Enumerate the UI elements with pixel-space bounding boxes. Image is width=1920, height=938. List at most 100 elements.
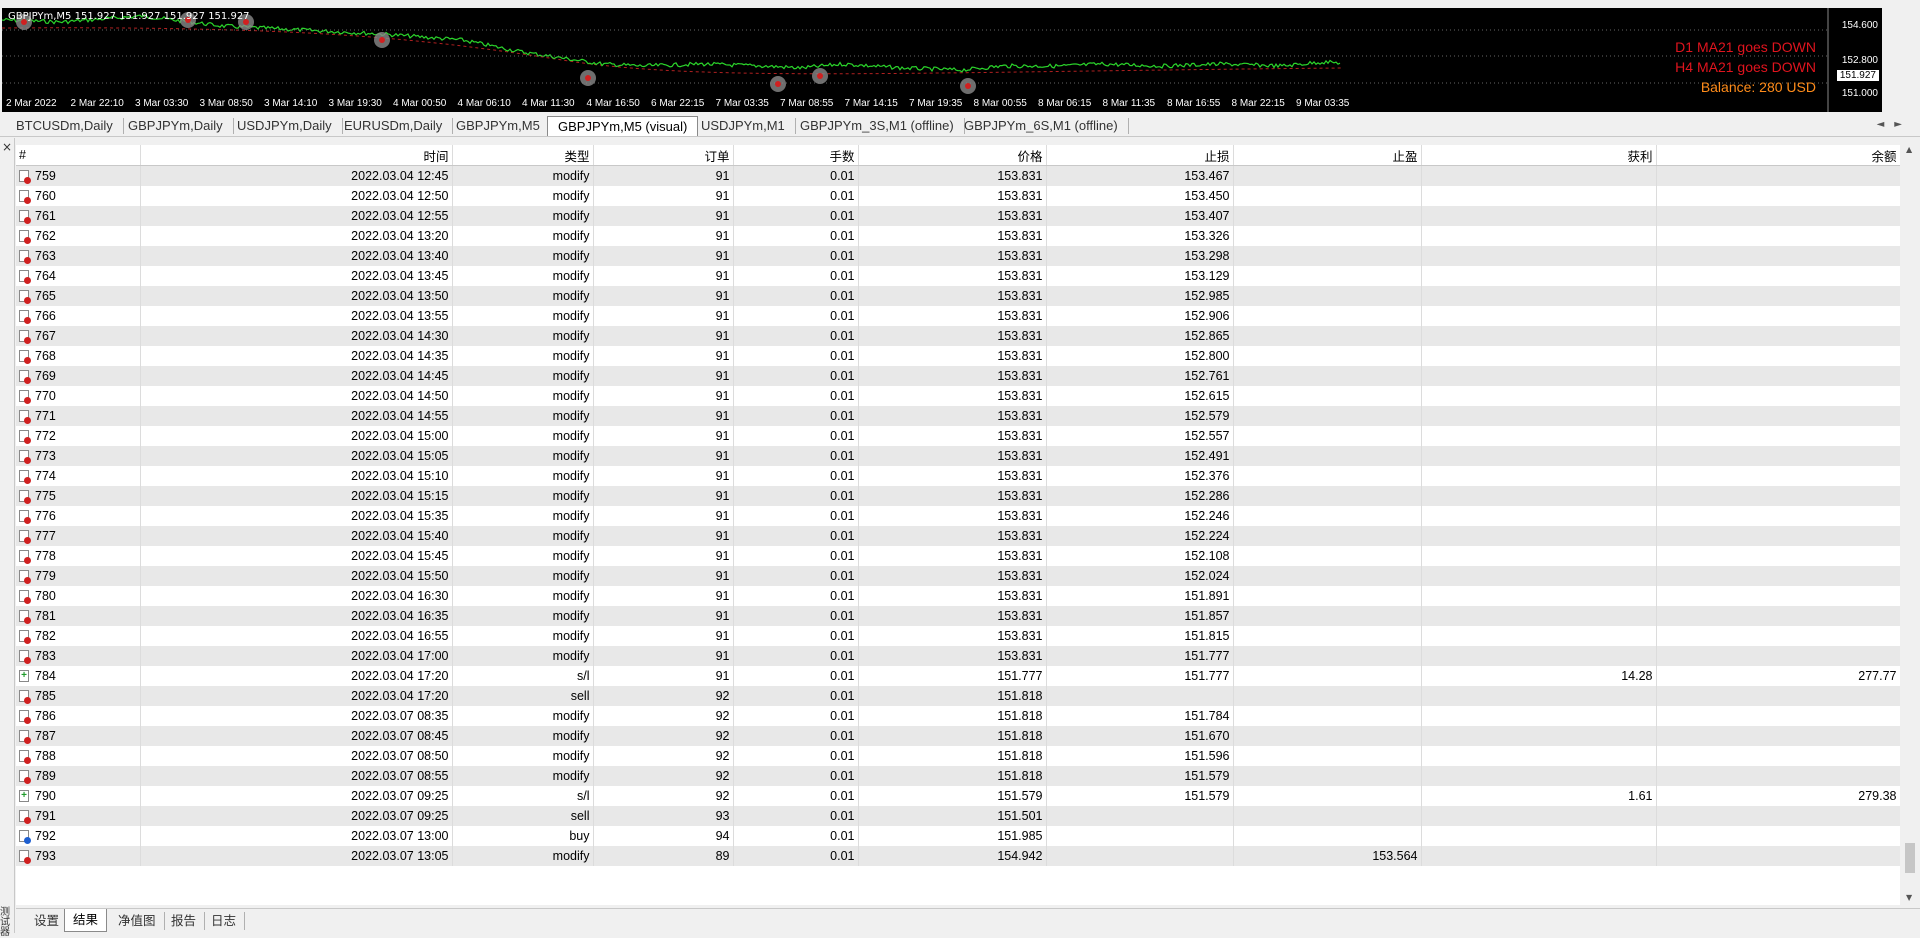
table-cell bbox=[1421, 586, 1657, 606]
table-row[interactable]: 781 2022.03.04 16:35 modify 91 0.01 153.831 15… bbox=[16, 606, 1900, 626]
table-row[interactable]: 775 2022.03.04 15:15 modify 91 0.01 153.831 15… bbox=[16, 486, 1900, 506]
table-cell: 91 bbox=[593, 366, 734, 386]
table-row[interactable]: 774 2022.03.04 15:10 modify 91 0.01 153.831 15… bbox=[16, 466, 1900, 486]
tab-equity-graph[interactable]: 净值图 bbox=[110, 912, 165, 930]
chart-tab[interactable]: USDJPYm,Daily bbox=[227, 118, 343, 134]
table-row[interactable]: 763 2022.03.04 13:40 modify 91 0.01 153.831 15… bbox=[16, 246, 1900, 266]
y-tick: 154.600 bbox=[1841, 20, 1878, 31]
chart-tab-bar: BTCUSDm,Daily GBPJPYm,Daily USDJPYm,Dail… bbox=[0, 116, 1920, 137]
table-row[interactable]: 789 2022.03.07 08:55 modify 92 0.01 151.818 15… bbox=[16, 766, 1900, 786]
table-cell: 153.831 bbox=[858, 326, 1047, 346]
table-row[interactable]: 792 2022.03.07 13:00 buy 94 0.01 151.985 bbox=[16, 826, 1900, 846]
chart-tab[interactable]: GBPJPYm,M5 bbox=[446, 118, 551, 134]
row-number-cell: 782 bbox=[16, 626, 141, 646]
column-header[interactable]: 止损 bbox=[1046, 145, 1234, 166]
table-cell: modify bbox=[452, 366, 594, 386]
x-tick: 7 Mar 19:35 bbox=[909, 98, 963, 109]
sell-order-icon bbox=[19, 290, 31, 304]
x-tick: 7 Mar 03:35 bbox=[715, 98, 769, 109]
table-cell: 0.01 bbox=[733, 746, 859, 766]
tab-journal[interactable]: 日志 bbox=[203, 912, 246, 930]
table-row[interactable]: 780 2022.03.04 16:30 modify 91 0.01 153.831 15… bbox=[16, 586, 1900, 606]
table-cell: 277.77 bbox=[1656, 666, 1900, 686]
scroll-down-icon[interactable]: ▼ bbox=[1906, 893, 1912, 902]
table-row[interactable]: 760 2022.03.04 12:50 modify 91 0.01 153.831 15… bbox=[16, 186, 1900, 206]
column-header[interactable]: 类型 bbox=[452, 145, 594, 166]
table-cell bbox=[1421, 806, 1657, 826]
row-number: 759 bbox=[35, 169, 56, 183]
tab-report[interactable]: 报告 bbox=[163, 912, 206, 930]
column-header[interactable]: 止盈 bbox=[1233, 145, 1422, 166]
table-cell: 2022.03.04 16:30 bbox=[140, 586, 453, 606]
table-cell: 279.38 bbox=[1656, 786, 1900, 806]
chart-tab-active[interactable]: GBPJPYm,M5 (visual) bbox=[547, 116, 699, 136]
table-row[interactable]: 771 2022.03.04 14:55 modify 91 0.01 153.831 15… bbox=[16, 406, 1900, 426]
table-row[interactable]: 776 2022.03.04 15:35 modify 91 0.01 153.831 15… bbox=[16, 506, 1900, 526]
scroll-up-icon[interactable]: ▲ bbox=[1906, 145, 1912, 154]
table-row[interactable]: 767 2022.03.04 14:30 modify 91 0.01 153.831 15… bbox=[16, 326, 1900, 346]
tab-settings[interactable]: 设置 bbox=[26, 912, 69, 930]
column-header[interactable]: 价格 bbox=[858, 145, 1047, 166]
table-cell: 2022.03.04 16:35 bbox=[140, 606, 453, 626]
chart-title: GBPJPYm,M5 151.927 151.927 151.927 151.9… bbox=[8, 11, 250, 22]
table-row[interactable]: 7842022.03.04 17:20s/l910.01151.777151.7… bbox=[16, 666, 1900, 686]
table-cell: 0.01 bbox=[733, 246, 859, 266]
table-row[interactable]: 783 2022.03.04 17:00 modify 91 0.01 153.831 15… bbox=[16, 646, 1900, 666]
table-row[interactable]: 768 2022.03.04 14:35 modify 91 0.01 153.831 15… bbox=[16, 346, 1900, 366]
row-number: 767 bbox=[35, 329, 56, 343]
table-row[interactable]: 788 2022.03.07 08:50 modify 92 0.01 151.818 15… bbox=[16, 746, 1900, 766]
table-row[interactable]: 773 2022.03.04 15:05 modify 91 0.01 153.831 15… bbox=[16, 446, 1900, 466]
table-row[interactable]: 793 2022.03.07 13:05 modify 89 0.01 154.942 15… bbox=[16, 846, 1900, 866]
table-cell: 151.818 bbox=[858, 746, 1047, 766]
table-row[interactable]: 787 2022.03.07 08:45 modify 92 0.01 151.818 15… bbox=[16, 726, 1900, 746]
table-row[interactable]: 764 2022.03.04 13:45 modify 91 0.01 153.831 15… bbox=[16, 266, 1900, 286]
table-row[interactable]: 786 2022.03.07 08:35 modify 92 0.01 151.818 15… bbox=[16, 706, 1900, 726]
scroll-thumb[interactable] bbox=[1905, 843, 1915, 873]
chart-tab[interactable]: BTCUSDm,Daily bbox=[6, 118, 124, 134]
table-cell bbox=[1233, 286, 1422, 306]
table-cell: modify bbox=[452, 726, 594, 746]
table-cell: 92 bbox=[593, 686, 734, 706]
sell-order-icon bbox=[19, 730, 31, 744]
vertical-scrollbar[interactable]: ▲ ▼ bbox=[1902, 145, 1918, 905]
tab-results[interactable]: 结果 bbox=[64, 909, 108, 932]
table-row[interactable]: 759 2022.03.04 12:45 modify 91 0.01 153.831 15… bbox=[16, 165, 1900, 186]
chart-tab[interactable]: GBPJPYm_6S,M1 (offline) bbox=[954, 118, 1129, 134]
table-row[interactable]: 7902022.03.07 09:25s/l920.01151.579151.5… bbox=[16, 786, 1900, 806]
chart-tab[interactable]: USDJPYm,M1 bbox=[691, 118, 796, 134]
chart-tab[interactable]: GBPJPYm,Daily bbox=[118, 118, 234, 134]
table-row[interactable]: 762 2022.03.04 13:20 modify 91 0.01 153.831 15… bbox=[16, 226, 1900, 246]
table-row[interactable]: 765 2022.03.04 13:50 modify 91 0.01 153.831 15… bbox=[16, 286, 1900, 306]
table-row[interactable]: 778 2022.03.04 15:45 modify 91 0.01 153.831 15… bbox=[16, 546, 1900, 566]
column-header[interactable]: 时间 bbox=[140, 145, 453, 166]
chart-tab[interactable]: GBPJPYm_3S,M1 (offline) bbox=[790, 118, 965, 134]
row-number-cell: 784 bbox=[16, 666, 141, 686]
table-cell bbox=[1233, 726, 1422, 746]
column-header[interactable]: 订单 bbox=[593, 145, 734, 166]
table-row[interactable]: 766 2022.03.04 13:55 modify 91 0.01 153.831 15… bbox=[16, 306, 1900, 326]
table-row[interactable]: 785 2022.03.04 17:20 sell 92 0.01 151.818 bbox=[16, 686, 1900, 706]
price-chart[interactable]: GBPJPYm,M5 151.927 151.927 151.927 151.9… bbox=[2, 8, 1882, 112]
table-cell bbox=[1656, 366, 1900, 386]
tab-scroll-arrows[interactable]: ◄► bbox=[1877, 119, 1912, 130]
row-number: 786 bbox=[35, 709, 56, 723]
column-header[interactable]: 手数 bbox=[733, 145, 859, 166]
chart-tab[interactable]: EURUSDm,Daily bbox=[334, 118, 454, 134]
table-row[interactable]: 777 2022.03.04 15:40 modify 91 0.01 153.831 15… bbox=[16, 526, 1900, 546]
column-header[interactable]: 余额 bbox=[1656, 145, 1900, 166]
table-cell bbox=[1656, 406, 1900, 426]
close-icon[interactable]: × bbox=[2, 140, 12, 154]
table-cell: 153.831 bbox=[858, 426, 1047, 446]
column-header[interactable]: 获利 bbox=[1421, 145, 1657, 166]
column-header[interactable]: # bbox=[16, 145, 141, 166]
table-row[interactable]: 791 2022.03.07 09:25 sell 93 0.01 151.501 bbox=[16, 806, 1900, 826]
table-row[interactable]: 779 2022.03.04 15:50 modify 91 0.01 153.831 15… bbox=[16, 566, 1900, 586]
table-cell bbox=[1233, 746, 1422, 766]
sell-order-icon bbox=[19, 750, 31, 764]
table-cell: 153.831 bbox=[858, 606, 1047, 626]
table-row[interactable]: 761 2022.03.04 12:55 modify 91 0.01 153.831 15… bbox=[16, 206, 1900, 226]
table-row[interactable]: 782 2022.03.04 16:55 modify 91 0.01 153.831 15… bbox=[16, 626, 1900, 646]
table-row[interactable]: 772 2022.03.04 15:00 modify 91 0.01 153.831 15… bbox=[16, 426, 1900, 446]
table-row[interactable]: 769 2022.03.04 14:45 modify 91 0.01 153.831 15… bbox=[16, 366, 1900, 386]
table-row[interactable]: 770 2022.03.04 14:50 modify 91 0.01 153.831 15… bbox=[16, 386, 1900, 406]
